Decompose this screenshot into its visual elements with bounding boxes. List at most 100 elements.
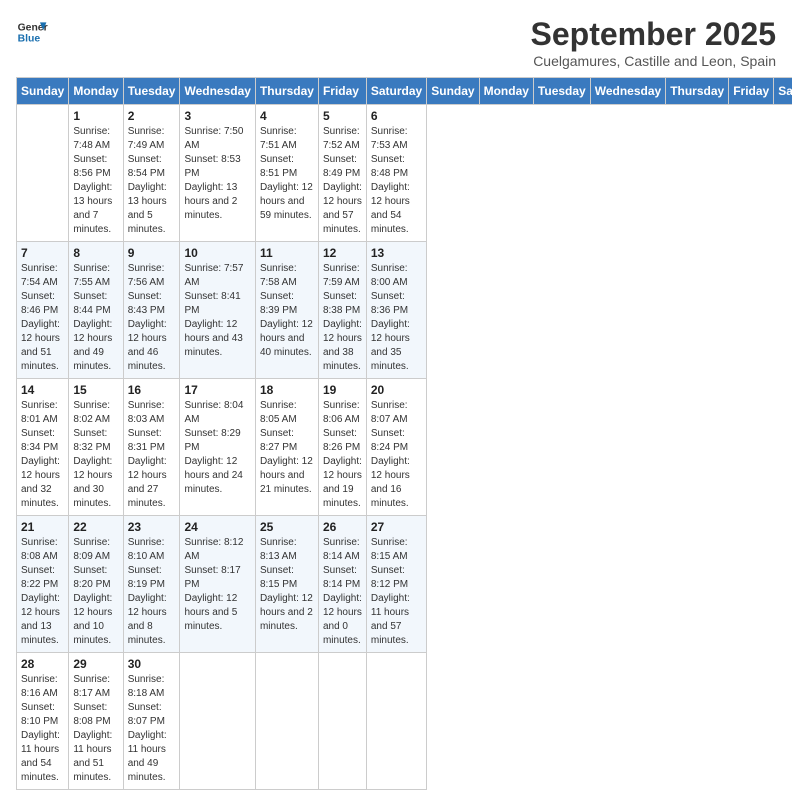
logo-icon: General Blue — [16, 16, 48, 48]
calendar-cell: 3 Sunrise: 7:50 AMSunset: 8:53 PMDaylight… — [180, 105, 255, 242]
day-info: Sunrise: 7:56 AMSunset: 8:43 PMDaylight:… — [128, 262, 176, 374]
day-info: Sunrise: 7:50 AMSunset: 8:53 PMDaylight:… — [184, 125, 250, 223]
weekday-header-sunday: Sunday — [17, 78, 69, 105]
calendar-cell — [180, 653, 255, 790]
day-info: Sunrise: 8:10 AMSunset: 8:19 PMDaylight:… — [128, 536, 176, 648]
week-row-5: 28Sunrise: 8:16 AMSunset: 8:10 PMDayligh… — [17, 653, 792, 790]
svg-text:Blue: Blue — [18, 34, 41, 45]
day-number: 22 — [73, 520, 118, 534]
week-row-1: 1 Sunrise: 7:48 AMSunset: 8:56 PMDaylight… — [17, 105, 792, 242]
day-info: Sunrise: 7:48 AMSunset: 8:56 PMDaylight:… — [73, 125, 118, 237]
weekday-header-wednesday: Wednesday — [590, 78, 665, 105]
weekday-header-monday: Monday — [479, 78, 533, 105]
day-info: Sunrise: 7:54 AMSunset: 8:46 PMDaylight:… — [21, 262, 64, 374]
calendar-cell: 21Sunrise: 8:08 AMSunset: 8:22 PMDayligh… — [17, 516, 69, 653]
calendar-cell: 14 Sunrise: 8:01 AMSunset: 8:34 PMDayligh… — [17, 379, 69, 516]
calendar-cell — [255, 653, 318, 790]
day-number: 27 — [371, 520, 422, 534]
day-number: 17 — [184, 383, 250, 397]
day-number: 10 — [184, 246, 250, 260]
calendar-cell — [318, 653, 366, 790]
day-info: Sunrise: 7:57 AMSunset: 8:41 PMDaylight:… — [184, 262, 250, 360]
calendar-cell: 30 Sunrise: 8:18 AMSunset: 8:07 PMDayligh… — [123, 653, 180, 790]
calendar-cell: 7Sunrise: 7:54 AMSunset: 8:46 PMDaylight… — [17, 242, 69, 379]
day-number: 21 — [21, 520, 64, 534]
week-row-2: 7Sunrise: 7:54 AMSunset: 8:46 PMDaylight… — [17, 242, 792, 379]
day-number: 26 — [323, 520, 362, 534]
day-info: Sunrise: 8:12 AMSunset: 8:17 PMDaylight:… — [184, 536, 250, 634]
calendar-cell: 27 Sunrise: 8:15 AMSunset: 8:12 PMDayligh… — [366, 516, 426, 653]
day-info: Sunrise: 8:09 AMSunset: 8:20 PMDaylight:… — [73, 536, 118, 648]
calendar-cell: 26 Sunrise: 8:14 AMSunset: 8:14 PMDayligh… — [318, 516, 366, 653]
calendar-cell: 17 Sunrise: 8:04 AMSunset: 8:29 PMDayligh… — [180, 379, 255, 516]
day-info: Sunrise: 8:04 AMSunset: 8:29 PMDaylight:… — [184, 399, 250, 497]
day-number: 29 — [73, 657, 118, 671]
day-info: Sunrise: 8:13 AMSunset: 8:15 PMDaylight:… — [260, 536, 314, 634]
calendar-cell — [366, 653, 426, 790]
day-info: Sunrise: 7:52 AMSunset: 8:49 PMDaylight:… — [323, 125, 362, 237]
weekday-header-tuesday: Tuesday — [123, 78, 180, 105]
day-number: 20 — [371, 383, 422, 397]
day-number: 24 — [184, 520, 250, 534]
calendar-cell: 15 Sunrise: 8:02 AMSunset: 8:32 PMDayligh… — [69, 379, 123, 516]
day-number: 15 — [73, 383, 118, 397]
calendar-cell: 10 Sunrise: 7:57 AMSunset: 8:41 PMDayligh… — [180, 242, 255, 379]
day-info: Sunrise: 7:49 AMSunset: 8:54 PMDaylight:… — [128, 125, 176, 237]
calendar-cell: 6 Sunrise: 7:53 AMSunset: 8:48 PMDaylight… — [366, 105, 426, 242]
day-info: Sunrise: 8:03 AMSunset: 8:31 PMDaylight:… — [128, 399, 176, 511]
day-info: Sunrise: 7:55 AMSunset: 8:44 PMDaylight:… — [73, 262, 118, 374]
day-info: Sunrise: 8:17 AMSunset: 8:08 PMDaylight:… — [73, 673, 118, 785]
day-number: 2 — [128, 109, 176, 123]
header: General Blue September 2025 Cuelgamures,… — [16, 16, 776, 69]
calendar-cell: 22 Sunrise: 8:09 AMSunset: 8:20 PMDayligh… — [69, 516, 123, 653]
weekday-header-friday: Friday — [318, 78, 366, 105]
calendar-table: SundayMondayTuesdayWednesdayThursdayFrid… — [16, 77, 792, 790]
weekday-header-tuesday: Tuesday — [533, 78, 590, 105]
day-number: 19 — [323, 383, 362, 397]
weekday-header-row: SundayMondayTuesdayWednesdayThursdayFrid… — [17, 78, 792, 105]
location-title: Cuelgamures, Castille and Leon, Spain — [531, 53, 776, 69]
calendar-cell: 19 Sunrise: 8:06 AMSunset: 8:26 PMDayligh… — [318, 379, 366, 516]
weekday-header-sunday: Sunday — [427, 78, 479, 105]
weekday-header-monday: Monday — [69, 78, 123, 105]
day-number: 6 — [371, 109, 422, 123]
day-info: Sunrise: 7:53 AMSunset: 8:48 PMDaylight:… — [371, 125, 422, 237]
calendar-cell: 9 Sunrise: 7:56 AMSunset: 8:43 PMDaylight… — [123, 242, 180, 379]
weekday-header-wednesday: Wednesday — [180, 78, 255, 105]
week-row-4: 21Sunrise: 8:08 AMSunset: 8:22 PMDayligh… — [17, 516, 792, 653]
weekday-header-saturday: Saturday — [774, 78, 792, 105]
day-info: Sunrise: 7:58 AMSunset: 8:39 PMDaylight:… — [260, 262, 314, 360]
day-number: 30 — [128, 657, 176, 671]
day-number: 8 — [73, 246, 118, 260]
day-info: Sunrise: 8:14 AMSunset: 8:14 PMDaylight:… — [323, 536, 362, 648]
day-info: Sunrise: 8:05 AMSunset: 8:27 PMDaylight:… — [260, 399, 314, 497]
weekday-header-thursday: Thursday — [666, 78, 729, 105]
day-info: Sunrise: 8:16 AMSunset: 8:10 PMDaylight:… — [21, 673, 64, 785]
calendar-cell: 23Sunrise: 8:10 AMSunset: 8:19 PMDayligh… — [123, 516, 180, 653]
day-info: Sunrise: 8:18 AMSunset: 8:07 PMDaylight:… — [128, 673, 176, 785]
day-number: 4 — [260, 109, 314, 123]
day-number: 14 — [21, 383, 64, 397]
day-number: 13 — [371, 246, 422, 260]
day-number: 16 — [128, 383, 176, 397]
day-number: 3 — [184, 109, 250, 123]
day-number: 11 — [260, 246, 314, 260]
day-number: 9 — [128, 246, 176, 260]
day-info: Sunrise: 8:06 AMSunset: 8:26 PMDaylight:… — [323, 399, 362, 511]
calendar-cell: 12Sunrise: 7:59 AMSunset: 8:38 PMDayligh… — [318, 242, 366, 379]
day-info: Sunrise: 7:51 AMSunset: 8:51 PMDaylight:… — [260, 125, 314, 223]
day-info: Sunrise: 8:01 AMSunset: 8:34 PMDaylight:… — [21, 399, 64, 511]
day-number: 25 — [260, 520, 314, 534]
calendar-cell: 16 Sunrise: 8:03 AMSunset: 8:31 PMDayligh… — [123, 379, 180, 516]
day-info: Sunrise: 8:00 AMSunset: 8:36 PMDaylight:… — [371, 262, 422, 374]
day-info: Sunrise: 8:02 AMSunset: 8:32 PMDaylight:… — [73, 399, 118, 511]
calendar-cell: 8 Sunrise: 7:55 AMSunset: 8:44 PMDaylight… — [69, 242, 123, 379]
logo: General Blue — [16, 16, 48, 48]
month-title: September 2025 — [531, 16, 776, 53]
day-number: 1 — [73, 109, 118, 123]
calendar-cell: 13 Sunrise: 8:00 AMSunset: 8:36 PMDayligh… — [366, 242, 426, 379]
day-info: Sunrise: 8:07 AMSunset: 8:24 PMDaylight:… — [371, 399, 422, 511]
calendar-cell: 5Sunrise: 7:52 AMSunset: 8:49 PMDaylight… — [318, 105, 366, 242]
day-info: Sunrise: 8:15 AMSunset: 8:12 PMDaylight:… — [371, 536, 422, 648]
day-number: 12 — [323, 246, 362, 260]
